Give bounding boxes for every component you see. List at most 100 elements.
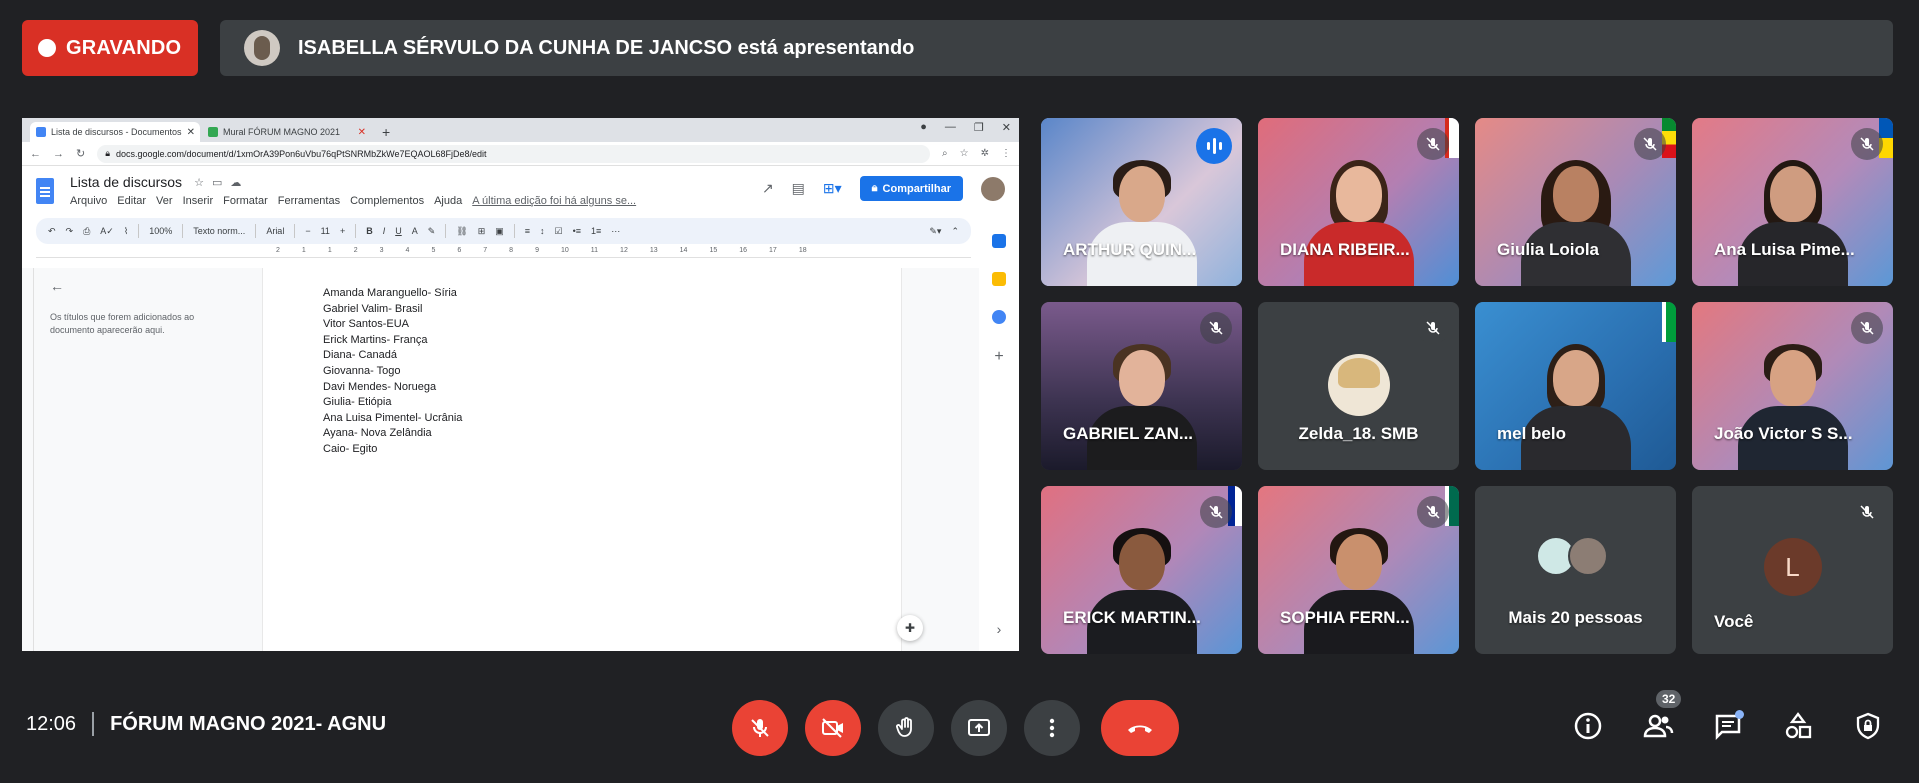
- bold-icon[interactable]: B: [366, 226, 373, 236]
- move-folder-icon[interactable]: ▭: [212, 176, 222, 189]
- participant-name: mel belo: [1497, 424, 1566, 443]
- star-icon[interactable]: ☆: [194, 176, 204, 189]
- leave-call-button[interactable]: [1101, 700, 1179, 756]
- more-vert-icon: [1049, 718, 1055, 738]
- present-screen-button[interactable]: [951, 700, 1007, 756]
- zoom-select[interactable]: 100%: [149, 226, 172, 236]
- close-tab-icon[interactable]: ✕: [187, 127, 195, 138]
- more-participants-tile[interactable]: Mais 20 pessoas: [1475, 486, 1676, 654]
- calendar-icon[interactable]: [992, 234, 1006, 248]
- comments-icon[interactable]: ▤: [792, 180, 805, 197]
- menu-inserir[interactable]: Inserir: [183, 195, 214, 207]
- recording-badge[interactable]: GRAVANDO: [22, 20, 198, 76]
- expand-panel-icon[interactable]: ›: [997, 621, 1002, 637]
- reload-icon[interactable]: ↻: [76, 147, 85, 160]
- meet-present-icon[interactable]: ⊞▾: [823, 180, 842, 197]
- host-controls-button[interactable]: [1850, 708, 1886, 744]
- close-window-icon[interactable]: ✕: [1002, 121, 1011, 134]
- add-addon-icon[interactable]: +: [994, 348, 1003, 366]
- print-icon[interactable]: ⎙: [83, 226, 90, 237]
- redo-icon[interactable]: ↷: [66, 226, 74, 237]
- paint-format-icon[interactable]: ⌇: [124, 226, 128, 237]
- participant-tile[interactable]: Zelda_18. SMB: [1258, 302, 1459, 470]
- chat-button[interactable]: [1710, 708, 1746, 744]
- zoom-icon[interactable]: ⌕: [942, 148, 948, 159]
- text-color-icon[interactable]: A: [412, 226, 418, 236]
- italic-icon[interactable]: I: [383, 226, 386, 236]
- more-options-button[interactable]: [1024, 700, 1080, 756]
- line-spacing-icon[interactable]: ↕: [540, 226, 545, 236]
- collapse-icon[interactable]: ⌃: [951, 226, 959, 237]
- insert-image-icon[interactable]: ▣: [495, 226, 504, 237]
- outline-back-arrow-icon[interactable]: ←: [50, 279, 230, 293]
- participant-tile[interactable]: mel belo: [1475, 302, 1676, 470]
- add-comment-icon[interactable]: ⊞: [478, 226, 486, 237]
- font-size-decrease-icon[interactable]: −: [305, 226, 310, 236]
- participant-tile[interactable]: João Victor S S...: [1692, 302, 1893, 470]
- document-page[interactable]: Amanda Maranguello- Síria Gabriel Valim-…: [262, 268, 902, 651]
- participant-tile[interactable]: ERICK MARTIN...: [1041, 486, 1242, 654]
- menu-ajuda[interactable]: Ajuda: [434, 195, 462, 207]
- spellcheck-icon[interactable]: A✓: [100, 226, 114, 237]
- participant-tile[interactable]: DIANA RIBEIR...: [1258, 118, 1459, 286]
- account-avatar[interactable]: [981, 176, 1005, 201]
- more-participants-avatars: [1535, 536, 1608, 576]
- link-icon[interactable]: ⛓: [456, 226, 467, 237]
- new-tab-icon[interactable]: +: [374, 122, 398, 142]
- flag-icon: [1662, 302, 1676, 342]
- menu-formatar[interactable]: Formatar: [223, 195, 268, 207]
- style-select[interactable]: Texto norm...: [193, 226, 245, 236]
- self-tile[interactable]: L Você: [1692, 486, 1893, 654]
- menu-ferramentas[interactable]: Ferramentas: [278, 195, 340, 207]
- toggle-mic-button[interactable]: [732, 700, 788, 756]
- tasks-icon[interactable]: [992, 310, 1006, 324]
- participant-video: [1303, 160, 1414, 286]
- browser-tab-mural[interactable]: Mural FÓRUM MAGNO 2021 ✕: [202, 122, 372, 142]
- participant-tile[interactable]: SOPHIA FERN...: [1258, 486, 1459, 654]
- participant-tile[interactable]: Ana Luisa Pime...: [1692, 118, 1893, 286]
- raise-hand-button[interactable]: [878, 700, 934, 756]
- numbered-list-icon[interactable]: 1≡: [591, 226, 601, 236]
- close-tab-icon[interactable]: ✕: [358, 127, 366, 138]
- url-field[interactable]: 🔒︎ docs.google.com/document/d/1xmOrA39Po…: [97, 144, 931, 163]
- maximize-icon[interactable]: ❐: [974, 121, 984, 134]
- menu-editar[interactable]: Editar: [117, 195, 146, 207]
- share-button[interactable]: 🔒︎ Compartilhar: [859, 176, 963, 201]
- last-edit-link[interactable]: A última edição foi há alguns se...: [472, 195, 636, 207]
- highlight-icon[interactable]: ✎: [428, 226, 436, 237]
- font-size-field[interactable]: 11: [321, 226, 330, 236]
- keep-icon[interactable]: [992, 272, 1006, 286]
- extensions-icon[interactable]: ✲: [981, 148, 989, 159]
- docs-logo-icon[interactable]: [36, 178, 54, 204]
- menu-ver[interactable]: Ver: [156, 195, 173, 207]
- editing-mode-icon[interactable]: ✎▾: [929, 226, 941, 237]
- browser-menu-icon[interactable]: ⋮: [1001, 148, 1011, 159]
- forward-arrow-icon[interactable]: →: [53, 148, 64, 160]
- browser-tab-docs[interactable]: Lista de discursos - Documentos ✕: [30, 122, 200, 142]
- minimize-icon[interactable]: —: [945, 121, 956, 134]
- bullet-list-icon[interactable]: •≡: [573, 226, 581, 236]
- explore-button[interactable]: ✚: [897, 615, 923, 641]
- undo-icon[interactable]: ↶: [48, 226, 56, 237]
- mic-off-icon: [751, 719, 769, 737]
- underline-icon[interactable]: U: [395, 226, 402, 236]
- checklist-icon[interactable]: ☑: [555, 226, 563, 237]
- more-icon[interactable]: ⋯: [611, 226, 620, 237]
- back-arrow-icon[interactable]: ←: [30, 148, 41, 160]
- activities-button[interactable]: [1780, 708, 1816, 744]
- participant-tile[interactable]: Giulia Loiola: [1475, 118, 1676, 286]
- doc-title[interactable]: Lista de discursos: [70, 174, 182, 190]
- menu-arquivo[interactable]: Arquivo: [70, 195, 107, 207]
- participants-button[interactable]: 32: [1640, 690, 1682, 744]
- star-icon[interactable]: ☆: [960, 148, 969, 159]
- profile-icon[interactable]: ●: [920, 121, 927, 134]
- participant-tile[interactable]: GABRIEL ZAN...: [1041, 302, 1242, 470]
- menu-complementos[interactable]: Complementos: [350, 195, 424, 207]
- font-select[interactable]: Arial: [266, 226, 284, 236]
- meeting-details-button[interactable]: [1570, 708, 1606, 744]
- toggle-camera-button[interactable]: [805, 700, 861, 756]
- participant-tile[interactable]: ARTHUR QUIN...: [1041, 118, 1242, 286]
- align-icon[interactable]: ≡: [525, 226, 530, 236]
- activity-icon[interactable]: ↗: [762, 180, 774, 197]
- font-size-increase-icon[interactable]: +: [340, 226, 345, 236]
